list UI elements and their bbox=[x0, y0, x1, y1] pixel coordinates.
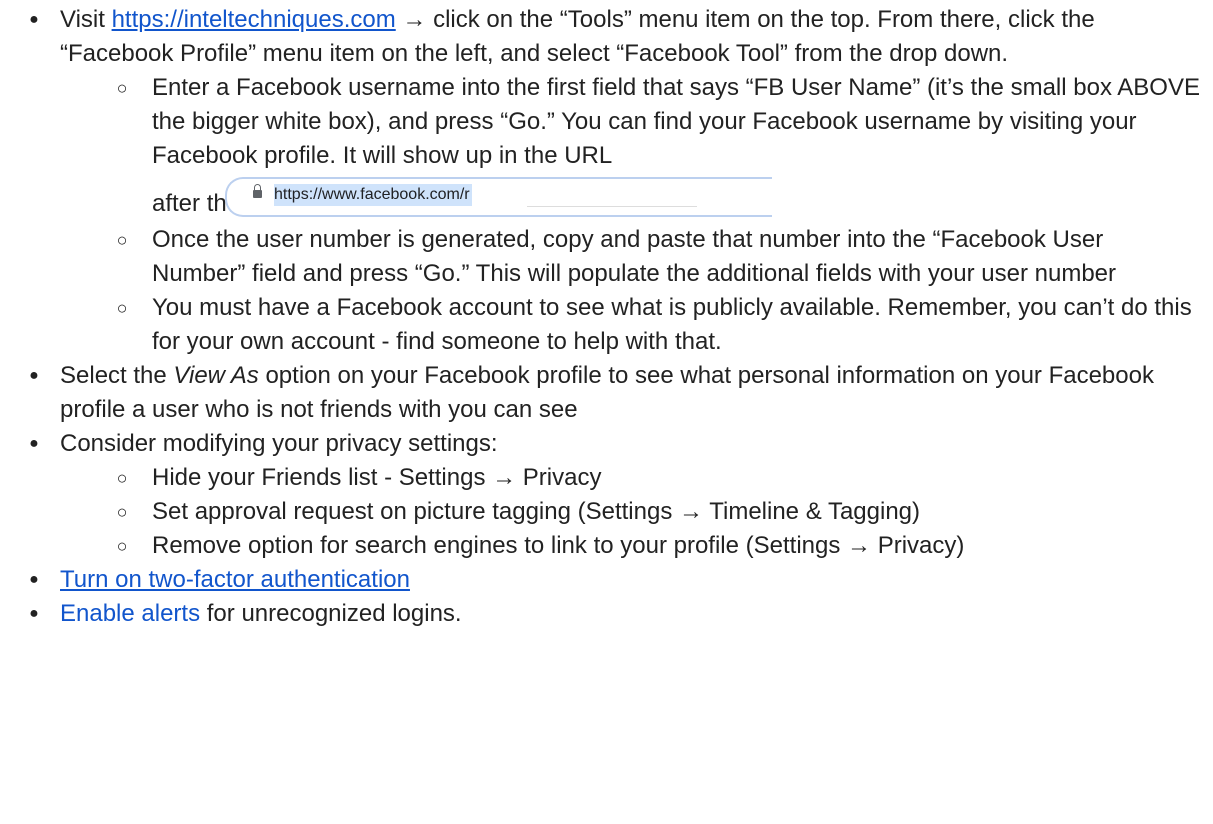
url-text: https://www.facebook.com/r bbox=[274, 184, 472, 206]
url-example-line: after the “/”: https://www.facebook.com/… bbox=[0, 173, 1213, 223]
list-item: ● Visit https://inteltechniques.com → cl… bbox=[0, 3, 1213, 71]
bullet-icon: ● bbox=[29, 605, 39, 622]
inteltechniques-link[interactable]: https://inteltechniques.com bbox=[112, 6, 396, 33]
sub-list-item: ○ Enter a Facebook username into the fir… bbox=[0, 71, 1213, 173]
document-body: ● Visit https://inteltechniques.com → cl… bbox=[0, 0, 1213, 631]
url-redacted-area bbox=[527, 184, 697, 207]
item-text: Enter a Facebook username into the first… bbox=[152, 74, 1200, 169]
item-text: Once the user number is generated, copy … bbox=[152, 226, 1117, 287]
item-text: for unrecognized logins. bbox=[200, 600, 462, 627]
item-text: Select the bbox=[60, 362, 174, 389]
item-text: Remove option for search engines to link… bbox=[152, 532, 965, 559]
bullet-icon: ● bbox=[29, 435, 39, 452]
item-text: Set approval request on picture tagging … bbox=[152, 498, 920, 525]
hollow-bullet-icon: ○ bbox=[116, 298, 128, 318]
hollow-bullet-icon: ○ bbox=[116, 78, 128, 98]
list-item: ● Turn on two-factor authentication bbox=[0, 563, 1213, 597]
sub-list-item: ○ Remove option for search engines to li… bbox=[0, 529, 1213, 563]
bullet-icon: ● bbox=[29, 571, 39, 588]
sub-list-item: ○ Set approval request on picture taggin… bbox=[0, 495, 1213, 529]
item-text: Visit bbox=[60, 6, 112, 33]
view-as-emphasis: View As bbox=[173, 362, 259, 389]
hollow-bullet-icon: ○ bbox=[116, 230, 128, 250]
two-factor-link[interactable]: Turn on two-factor authentication bbox=[60, 566, 410, 593]
enable-alerts-link[interactable]: Enable alerts bbox=[60, 600, 200, 627]
list-item: ● Enable alerts for unrecognized logins. bbox=[0, 597, 1213, 631]
hollow-bullet-icon: ○ bbox=[116, 536, 128, 556]
list-item: ● Select the View As option on your Face… bbox=[0, 359, 1213, 427]
bullet-icon: ● bbox=[29, 367, 39, 384]
hollow-bullet-icon: ○ bbox=[116, 502, 128, 522]
item-text: You must have a Facebook account to see … bbox=[152, 294, 1192, 355]
browser-address-bar-image: https://www.facebook.com/r bbox=[225, 177, 772, 217]
list-item: ● Consider modifying your privacy settin… bbox=[0, 427, 1213, 461]
sub-list-item: ○ Hide your Friends list - Settings → Pr… bbox=[0, 461, 1213, 495]
bullet-icon: ● bbox=[29, 11, 39, 28]
sub-list-item: ○ You must have a Facebook account to se… bbox=[0, 291, 1213, 359]
lock-icon bbox=[253, 184, 262, 198]
sub-list-item: ○ Once the user number is generated, cop… bbox=[0, 223, 1213, 291]
item-text: Consider modifying your privacy settings… bbox=[60, 430, 498, 457]
hollow-bullet-icon: ○ bbox=[116, 468, 128, 488]
item-text: Hide your Friends list - Settings → Priv… bbox=[152, 464, 602, 491]
